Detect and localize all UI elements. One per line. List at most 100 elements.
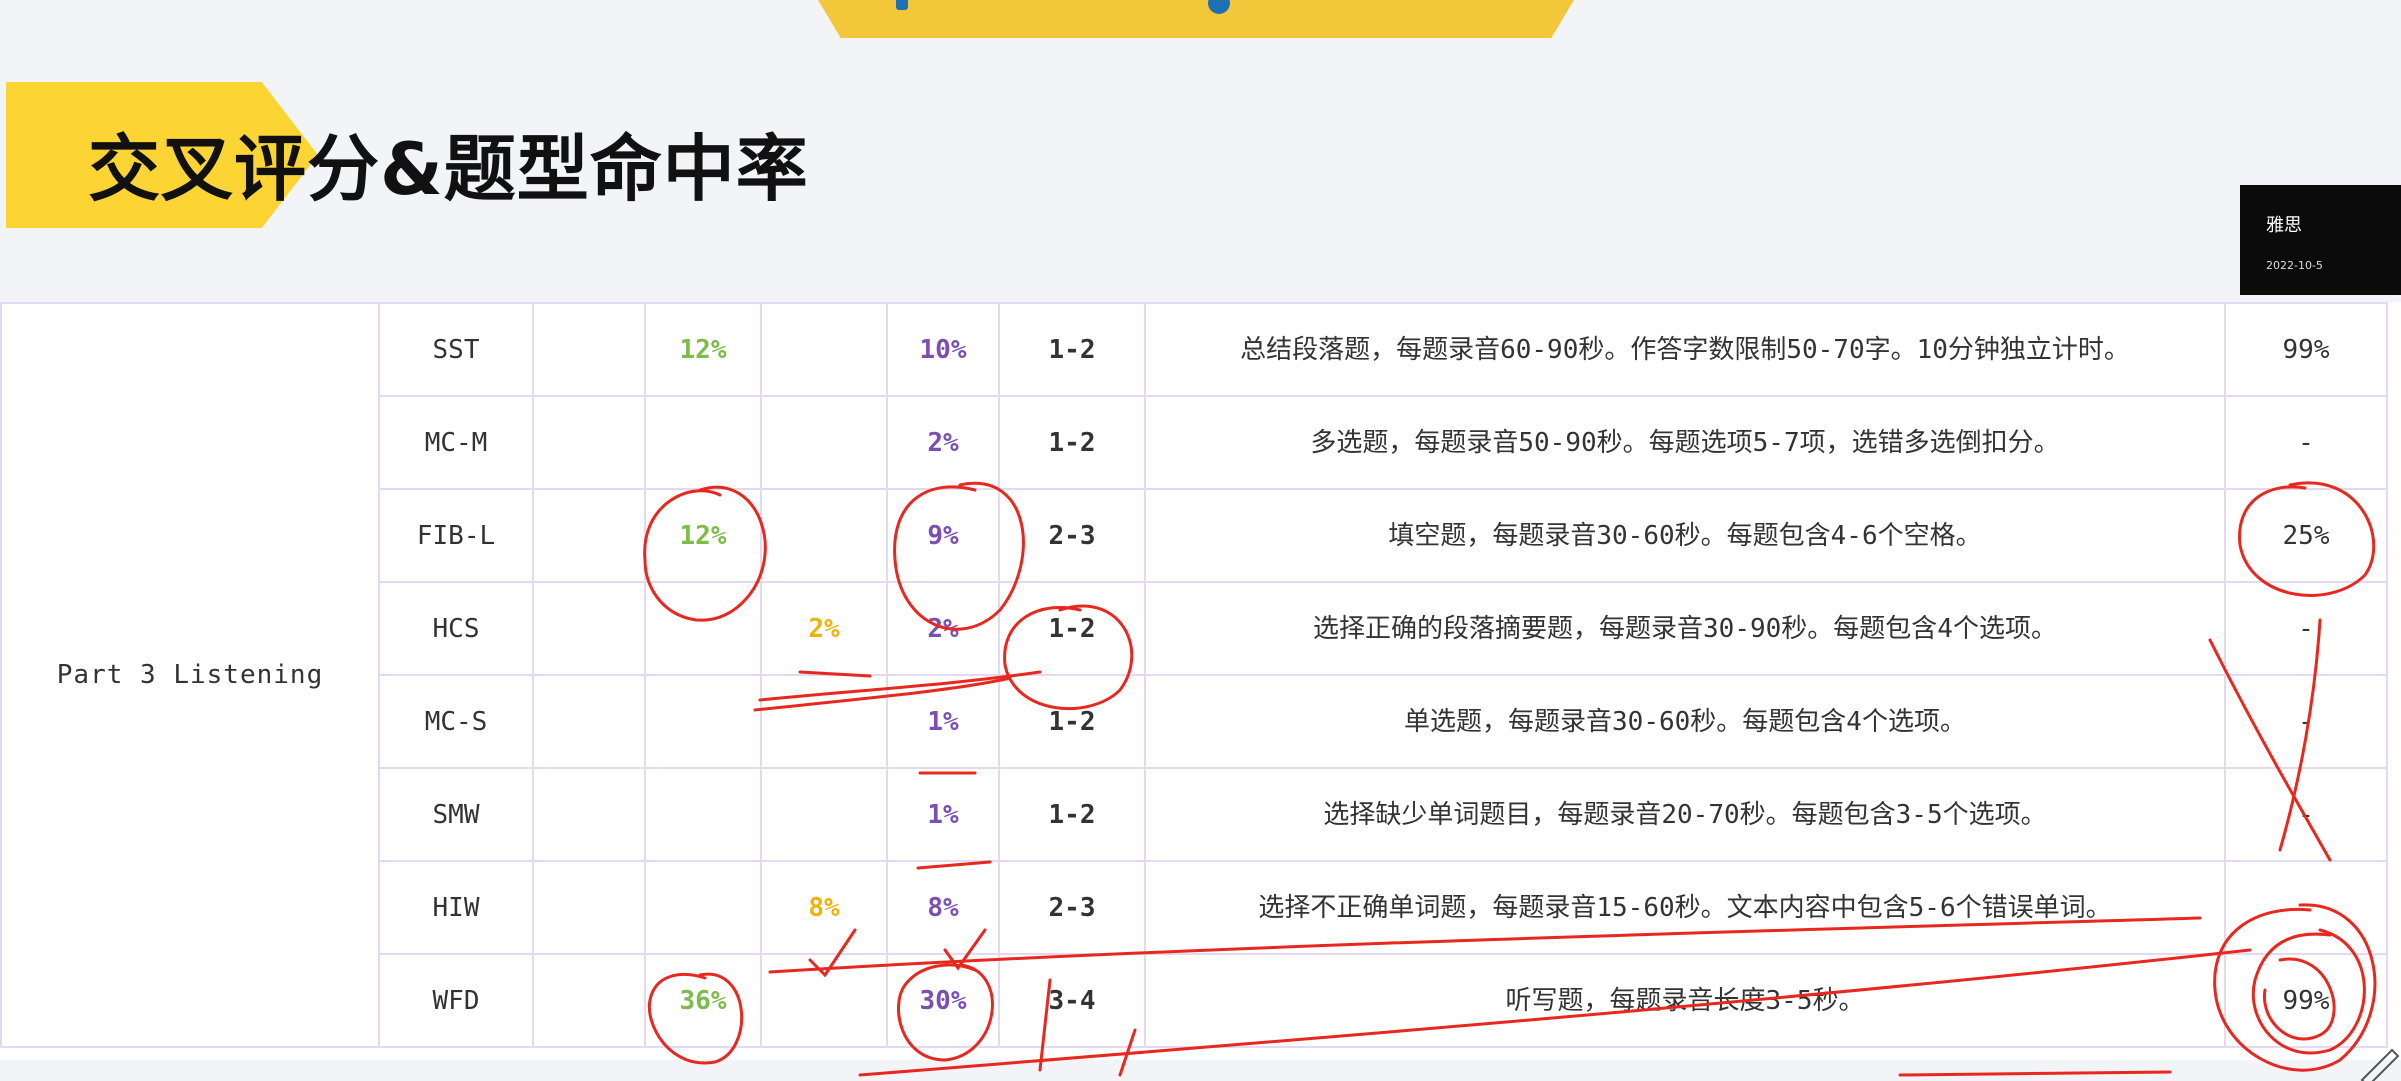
value-col-2-cell: 12% bbox=[644, 488, 762, 583]
question-description: 总结段落题，每题录音60-90秒。作答字数限制50-70字。10分钟独立计时。 bbox=[1240, 334, 2130, 365]
bottom-strip bbox=[0, 1060, 2401, 1081]
hit-rate: - bbox=[2298, 613, 2314, 644]
hit-rate: - bbox=[2298, 799, 2314, 830]
hit-rate-cell: - bbox=[2224, 674, 2388, 769]
question-type-code-cell: FIB-L bbox=[378, 488, 534, 583]
value-col-4: 10% bbox=[919, 334, 967, 365]
value-col-3-cell bbox=[760, 674, 888, 769]
hit-rate-cell: - bbox=[2224, 767, 2388, 862]
page-title: 交叉评分&题型命中率 bbox=[88, 127, 809, 211]
question-description-cell: 填空题，每题录音30-60秒。每题包含4-6个空格。 bbox=[1144, 488, 2226, 583]
value-col-4-cell: 1% bbox=[886, 674, 1000, 769]
hit-rate: - bbox=[2298, 706, 2314, 737]
value-col-4-cell: 8% bbox=[886, 860, 1000, 955]
value-col-2: 12% bbox=[679, 520, 727, 551]
question-type-table-area: Part 3 Listening SST 12% 10% 1-2 总结段落题，每题录音60… bbox=[0, 302, 2401, 1062]
question-type-code-cell: MC-S bbox=[378, 674, 534, 769]
value-col-2-cell bbox=[644, 581, 762, 676]
value-col-4-cell: 9% bbox=[886, 488, 1000, 583]
question-type-code-cell: HIW bbox=[378, 860, 534, 955]
question-count-range: 1-2 bbox=[1048, 427, 1096, 458]
value-col-4: 9% bbox=[927, 520, 959, 551]
banner-icon-left bbox=[896, 0, 908, 10]
question-description-cell: 总结段落题，每题录音60-90秒。作答字数限制50-70字。10分钟独立计时。 bbox=[1144, 302, 2226, 397]
hit-rate-cell: 99% bbox=[2224, 953, 2388, 1048]
value-col-4: 2% bbox=[927, 613, 959, 644]
value-col-4: 1% bbox=[927, 799, 959, 830]
question-count-range: 3-4 bbox=[1048, 985, 1096, 1016]
value-col-2-cell: 12% bbox=[644, 302, 762, 397]
value-col-2: 12% bbox=[679, 334, 727, 365]
question-count-range-cell: 2-3 bbox=[998, 488, 1146, 583]
value-col-1-cell bbox=[532, 302, 646, 397]
question-count-range: 2-3 bbox=[1048, 892, 1096, 923]
question-type-code-cell: MC-M bbox=[378, 395, 534, 490]
question-type-code: HIW bbox=[432, 892, 480, 923]
question-count-range-cell: 1-2 bbox=[998, 767, 1146, 862]
hit-rate-cell: 25% bbox=[2224, 488, 2388, 583]
question-type-code-cell: SST bbox=[378, 302, 534, 397]
section-label: Part 3 Listening bbox=[0, 302, 380, 1048]
value-col-3-cell bbox=[760, 953, 888, 1048]
value-col-3-cell bbox=[760, 767, 888, 862]
question-count-range-cell: 3-4 bbox=[998, 953, 1146, 1048]
question-description: 单选题，每题录音30-60秒。每题包含4个选项。 bbox=[1404, 706, 1966, 737]
question-description: 选择正确的段落摘要题，每题录音30-90秒。每题包含4个选项。 bbox=[1313, 613, 2057, 644]
value-col-1-cell bbox=[532, 674, 646, 769]
question-type-code: HCS bbox=[432, 613, 480, 644]
question-type-code: MC-M bbox=[424, 427, 488, 458]
question-type-code-cell: WFD bbox=[378, 953, 534, 1048]
question-count-range: 2-3 bbox=[1048, 520, 1096, 551]
hit-rate: 25% bbox=[2282, 520, 2330, 551]
value-col-3-cell bbox=[760, 302, 888, 397]
value-col-3: 2% bbox=[808, 613, 840, 644]
question-count-range: 1-2 bbox=[1048, 706, 1096, 737]
question-description-cell: 选择缺少单词题目，每题录音20-70秒。每题包含3-5个选项。 bbox=[1144, 767, 2226, 862]
value-col-1-cell bbox=[532, 953, 646, 1048]
title-area: 交叉评分&题型命中率 bbox=[0, 82, 830, 228]
value-col-3-cell: 8% bbox=[760, 860, 888, 955]
hit-rate: - bbox=[2298, 427, 2314, 458]
side-badge: 雅思 2022-10-5 bbox=[2240, 185, 2401, 295]
question-description: 多选题，每题录音50-90秒。每题选项5-7项，选错多选倒扣分。 bbox=[1310, 427, 2060, 458]
question-description: 填空题，每题录音30-60秒。每题包含4-6个空格。 bbox=[1388, 520, 1982, 551]
value-col-4-cell: 30% bbox=[886, 953, 1000, 1048]
top-banner bbox=[818, 0, 1574, 38]
value-col-3-cell bbox=[760, 395, 888, 490]
question-count-range-cell: 1-2 bbox=[998, 581, 1146, 676]
question-type-code: FIB-L bbox=[416, 520, 496, 551]
value-col-1-cell bbox=[532, 767, 646, 862]
question-count-range-cell: 1-2 bbox=[998, 395, 1146, 490]
question-count-range-cell: 2-3 bbox=[998, 860, 1146, 955]
question-count-range: 1-2 bbox=[1048, 334, 1096, 365]
banner-icon-right bbox=[1208, 0, 1230, 14]
value-col-4-cell: 1% bbox=[886, 767, 1000, 862]
question-description-cell: 听写题，每题录音长度3-5秒。 bbox=[1144, 953, 2226, 1048]
value-col-2: 36% bbox=[679, 985, 727, 1016]
value-col-1-cell bbox=[532, 581, 646, 676]
value-col-3-cell: 2% bbox=[760, 581, 888, 676]
question-description-cell: 选择正确的段落摘要题，每题录音30-90秒。每题包含4个选项。 bbox=[1144, 581, 2226, 676]
question-description-cell: 选择不正确单词题，每题录音15-60秒。文本内容中包含5-6个错误单词。 bbox=[1144, 860, 2226, 955]
side-badge-date: 2022-10-5 bbox=[2266, 259, 2323, 272]
value-col-4: 1% bbox=[927, 706, 959, 737]
value-col-1-cell bbox=[532, 488, 646, 583]
question-type-table: Part 3 Listening SST 12% 10% 1-2 总结段落题，每题录音60… bbox=[0, 302, 2388, 1048]
question-type-code: SST bbox=[432, 334, 480, 365]
question-count-range-cell: 1-2 bbox=[998, 674, 1146, 769]
hit-rate-cell: - bbox=[2224, 581, 2388, 676]
hit-rate-cell: 99% bbox=[2224, 302, 2388, 397]
value-col-1-cell bbox=[532, 395, 646, 490]
value-col-1-cell bbox=[532, 860, 646, 955]
value-col-4: 30% bbox=[919, 985, 967, 1016]
hit-rate: 99% bbox=[2282, 334, 2330, 365]
value-col-4-cell: 10% bbox=[886, 302, 1000, 397]
question-count-range: 1-2 bbox=[1048, 799, 1096, 830]
question-description-cell: 多选题，每题录音50-90秒。每题选项5-7项，选错多选倒扣分。 bbox=[1144, 395, 2226, 490]
question-description: 选择缺少单词题目，每题录音20-70秒。每题包含3-5个选项。 bbox=[1323, 799, 2047, 830]
value-col-2-cell bbox=[644, 767, 762, 862]
question-count-range: 1-2 bbox=[1048, 613, 1096, 644]
hit-rate-cell: - bbox=[2224, 395, 2388, 490]
value-col-3: 8% bbox=[808, 892, 840, 923]
value-col-3-cell bbox=[760, 488, 888, 583]
